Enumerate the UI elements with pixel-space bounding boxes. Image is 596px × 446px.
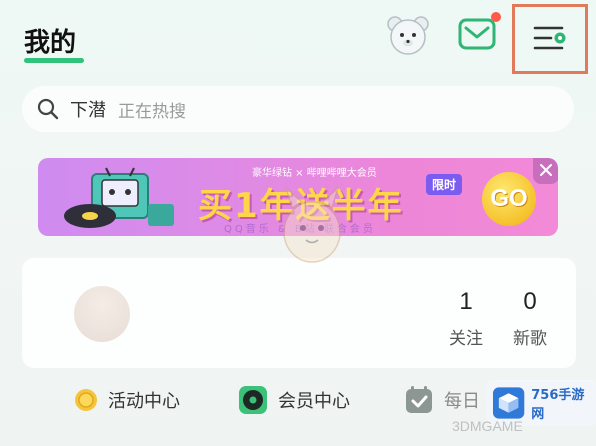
top-header: 我的 [0, 0, 596, 80]
following-count: 1 [459, 288, 473, 315]
close-icon[interactable] [533, 158, 558, 184]
search-icon [37, 98, 59, 120]
cube-logo-icon [492, 387, 525, 419]
limited-time-badge: 限时 [426, 174, 463, 195]
corner-watermark: 3DMGAME [452, 418, 523, 434]
search-bar[interactable]: 下潜 正在热搜 [22, 86, 574, 132]
vinyl-icon [239, 386, 267, 414]
mail-icon[interactable] [458, 18, 496, 50]
banner-brands: 豪华绿钻 × 哔哩哔哩大会员 [252, 168, 377, 179]
quick-entry-daily[interactable]: 每日 [404, 384, 480, 416]
quick-entry-label: 每日 [444, 391, 480, 412]
bear-avatar-icon[interactable] [386, 14, 430, 56]
title-underline [24, 58, 84, 63]
new-songs-count: 0 [523, 288, 537, 315]
quick-entry-activity[interactable]: 活动中心 [74, 384, 180, 416]
search-keyword: 下潜 [70, 100, 106, 121]
coin-icon [75, 389, 97, 411]
turntable-illustration [64, 167, 174, 228]
quick-entry-label: 活动中心 [108, 391, 180, 412]
profile-card: 1 关注 0 新歌 [22, 258, 576, 368]
calendar-check-icon [406, 386, 432, 413]
menu-settings-icon[interactable] [532, 24, 568, 52]
unread-dot [491, 12, 501, 22]
stat-following[interactable]: 1 关注 [436, 288, 496, 349]
stat-new-songs[interactable]: 0 新歌 [500, 288, 560, 349]
avatar[interactable] [74, 286, 130, 342]
quick-entry-vip[interactable]: 会员中心 [238, 384, 350, 416]
watermark-text: 756手游网 [531, 388, 585, 422]
new-songs-label: 新歌 [513, 329, 547, 349]
mascot-watermark [283, 185, 341, 263]
search-hint: 正在热搜 [118, 101, 186, 122]
go-button[interactable]: GO [482, 172, 536, 226]
page-title[interactable]: 我的 [24, 22, 76, 59]
following-label: 关注 [449, 329, 483, 349]
quick-entry-label: 会员中心 [278, 391, 350, 412]
